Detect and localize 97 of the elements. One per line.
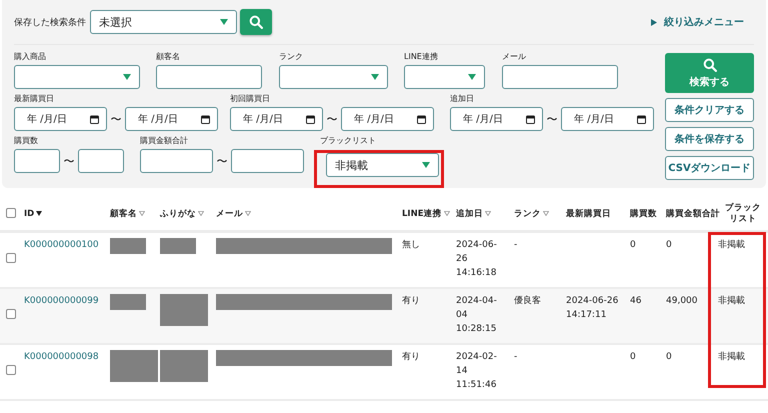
table-cell-text: 49,000 xyxy=(666,295,698,308)
select-field[interactable] xyxy=(14,65,140,89)
number-field[interactable] xyxy=(14,149,60,173)
customer-id-link[interactable]: K000000000100 xyxy=(24,240,99,250)
range-separator: 〜 xyxy=(110,112,122,126)
checkbox[interactable] xyxy=(6,308,16,318)
table-cell-text: 0 xyxy=(666,351,673,364)
caret-icon xyxy=(371,74,379,80)
date-placeholder: 年 /月/日 xyxy=(138,113,178,126)
date-placeholder: 年 /月/日 xyxy=(354,113,394,126)
action-button[interactable]: 条件クリアする xyxy=(665,98,754,122)
search-button[interactable] xyxy=(240,9,272,35)
saved-search-select[interactable]: 未選択 xyxy=(90,10,237,34)
date-field[interactable]: 年 /月/日 xyxy=(341,107,434,131)
field-label: 購買数 xyxy=(14,135,39,147)
search-icon xyxy=(702,58,716,72)
field-label: LINE連携 xyxy=(404,51,439,63)
calendar-icon xyxy=(90,114,99,124)
range-separator: 〜 xyxy=(326,112,338,126)
filter-menu-link[interactable]: 絞り込みメニュー xyxy=(651,15,744,29)
date-placeholder: 年 /月/日 xyxy=(574,113,614,126)
date-placeholder: 年 /月/日 xyxy=(463,113,503,126)
date-field[interactable]: 年 /月/日 xyxy=(450,107,543,131)
table-cell-text: 0 xyxy=(666,239,673,252)
field-label: 初回購買日 xyxy=(230,93,271,105)
calendar-icon xyxy=(526,114,535,124)
customer-id-link[interactable]: K000000000099 xyxy=(24,296,99,306)
date-field[interactable]: 年 /月/日 xyxy=(230,107,323,131)
field-label: 追加日 xyxy=(450,93,475,105)
range-separator: 〜 xyxy=(216,154,228,168)
calendar-icon xyxy=(306,114,315,124)
number-field[interactable] xyxy=(231,149,304,173)
column-header: メール xyxy=(216,209,243,219)
caret-icon xyxy=(220,19,228,25)
select-field[interactable] xyxy=(279,65,388,89)
table-cell-text: 2024-02-14 11:51:46 xyxy=(456,351,498,392)
customer-id-link[interactable]: K000000000098 xyxy=(24,352,99,362)
search-icon xyxy=(249,15,263,29)
calendar-icon xyxy=(637,114,646,124)
column-header: 購買数 xyxy=(630,209,657,219)
field-label: 顧客名 xyxy=(156,51,181,63)
table-cell-text: 非掲載 xyxy=(718,350,746,364)
table-cell-text: 非掲載 xyxy=(718,238,746,252)
select-field[interactable]: 非掲載 xyxy=(326,153,439,177)
field-label: ブラックリスト xyxy=(320,135,377,147)
calendar-icon xyxy=(417,114,426,124)
select-value: 未選択 xyxy=(99,14,132,30)
column-header: 顧客名 xyxy=(110,209,137,219)
table-cell-text: 2024-04-04 10:28:15 xyxy=(456,295,498,336)
saved-search-label: 保存した検索条件 xyxy=(14,16,86,28)
table-cell-text: 46 xyxy=(630,295,642,308)
table-cell-text: - xyxy=(514,351,518,364)
date-placeholder: 年 /月/日 xyxy=(243,113,283,126)
field-label: 購買金額合計 xyxy=(140,135,189,147)
calendar-icon xyxy=(201,114,210,124)
select-field[interactable] xyxy=(404,65,485,89)
checkbox[interactable] xyxy=(6,364,16,374)
action-button[interactable]: CSVダウンロード xyxy=(665,156,754,180)
range-separator: 〜 xyxy=(546,112,558,126)
column-header: 最新購買日 xyxy=(566,209,611,219)
table-cell-text: 2024-06-26 14:17:11 xyxy=(566,295,620,322)
number-field[interactable] xyxy=(140,149,213,173)
field-label: ランク xyxy=(279,51,304,63)
table-cell-text: - xyxy=(514,239,518,252)
select-value: 非掲載 xyxy=(335,158,368,172)
caret-icon xyxy=(422,162,430,168)
range-separator: 〜 xyxy=(62,154,76,168)
caret-icon xyxy=(468,74,476,80)
date-field[interactable]: 年 /月/日 xyxy=(125,107,218,131)
column-header: LINE連携 xyxy=(402,209,442,219)
field-label: メール xyxy=(502,51,527,63)
table-cell-text: 有り xyxy=(402,350,421,364)
column-header: ブラックリスト xyxy=(725,203,761,225)
column-header: ID xyxy=(24,209,34,219)
text-field[interactable] xyxy=(156,65,262,89)
table-cell-text: 無し xyxy=(402,238,421,252)
checkbox[interactable] xyxy=(6,252,16,262)
caret-icon xyxy=(123,74,131,80)
table-cell-text: 有り xyxy=(402,294,421,308)
table-cell-text: 0 xyxy=(630,239,637,252)
column-header: ふりがな xyxy=(160,209,196,219)
table-cell-text: 0 xyxy=(630,351,637,364)
field-label: 最新購買日 xyxy=(14,93,55,105)
date-field[interactable]: 年 /月/日 xyxy=(14,107,107,131)
column-header: 追加日 xyxy=(456,209,483,219)
field-label: 購入商品 xyxy=(14,51,47,63)
table-cell-text: 2024-06-26 14:16:18 xyxy=(456,239,498,280)
date-field[interactable]: 年 /月/日 xyxy=(561,107,654,131)
number-field[interactable] xyxy=(78,149,124,173)
column-header: 購買金額合計 xyxy=(666,209,720,219)
table-cell-text: 非掲載 xyxy=(718,294,746,308)
table-cell-text: 優良客 xyxy=(514,294,542,308)
checkbox[interactable] xyxy=(6,208,16,218)
action-button[interactable]: 条件を保存する xyxy=(665,127,754,151)
text-field[interactable] xyxy=(502,65,618,89)
date-placeholder: 年 /月/日 xyxy=(27,113,67,126)
column-header: ランク xyxy=(514,209,541,219)
